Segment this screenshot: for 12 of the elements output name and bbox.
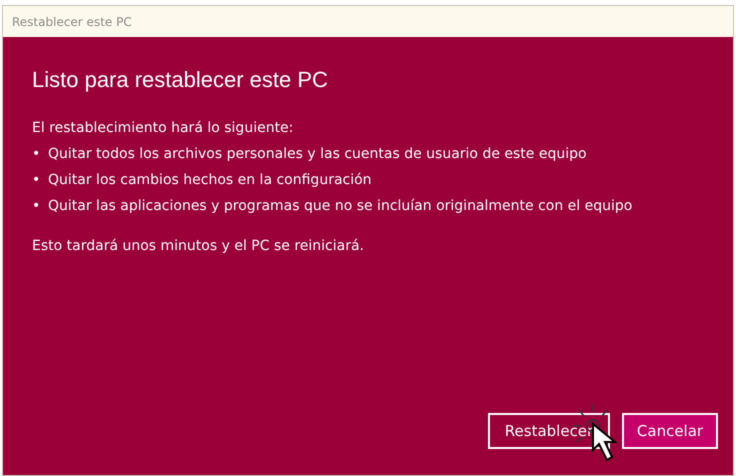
bullet-text: Quitar los cambios hechos en la configuración	[48, 171, 372, 190]
bullet-mark: •	[32, 145, 42, 164]
dialog-heading: Listo para restablecer este PC	[32, 66, 329, 94]
cancel-button[interactable]: Cancelar	[622, 413, 718, 449]
intro-text: El restablecimiento hará lo siguiente:	[32, 119, 294, 138]
reset-button[interactable]: Restablecer	[488, 413, 610, 449]
bullet-mark: •	[32, 197, 42, 216]
note-text: Esto tardará unos minutos y el PC se reiniciará.	[32, 237, 365, 256]
window-title: Restablecer este PC	[12, 14, 132, 30]
bullet-text: Quitar las aplicaciones y programas que no se incluían originalmente con el equipo	[48, 197, 632, 216]
bullet-text: Quitar todos los archivos personales y las cuentas de usuario de este equipo	[48, 145, 587, 164]
bullet-mark: •	[32, 171, 42, 190]
